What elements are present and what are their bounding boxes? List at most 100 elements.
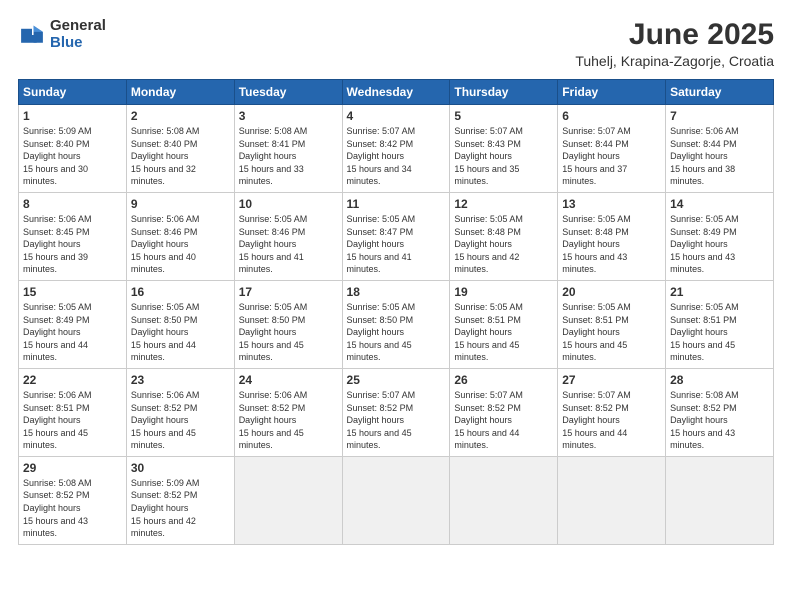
daylight-duration: 15 hours and 45 minutes. (23, 428, 88, 451)
sunset-label: Sunset: 8:40 PM (131, 139, 198, 149)
sunset-label: Sunset: 8:46 PM (131, 227, 198, 237)
logo-text: General Blue (50, 18, 106, 51)
calendar-cell: 4 Sunrise: 5:07 AM Sunset: 8:42 PM Dayli… (342, 105, 450, 193)
calendar-cell: 21 Sunrise: 5:05 AM Sunset: 8:51 PM Dayl… (666, 280, 774, 368)
day-number: 18 (347, 285, 446, 299)
calendar-week-row: 22 Sunrise: 5:06 AM Sunset: 8:51 PM Dayl… (19, 368, 774, 456)
daylight-label: Daylight hours (347, 151, 405, 161)
daylight-duration: 15 hours and 35 minutes. (454, 164, 519, 187)
day-info: Sunrise: 5:05 AM Sunset: 8:50 PM Dayligh… (239, 301, 338, 364)
daylight-duration: 15 hours and 44 minutes. (23, 340, 88, 363)
daylight-label: Daylight hours (23, 503, 81, 513)
page: General Blue June 2025 Tuhelj, Krapina-Z… (0, 0, 792, 612)
daylight-label: Daylight hours (23, 327, 81, 337)
daylight-duration: 15 hours and 43 minutes. (23, 516, 88, 539)
sunrise-label: Sunrise: 5:07 AM (562, 390, 631, 400)
calendar-cell: 23 Sunrise: 5:06 AM Sunset: 8:52 PM Dayl… (126, 368, 234, 456)
sunset-label: Sunset: 8:51 PM (454, 315, 521, 325)
day-number: 14 (670, 197, 769, 211)
sunset-label: Sunset: 8:50 PM (347, 315, 414, 325)
day-info: Sunrise: 5:05 AM Sunset: 8:48 PM Dayligh… (454, 213, 553, 276)
sunset-label: Sunset: 8:50 PM (239, 315, 306, 325)
day-number: 8 (23, 197, 122, 211)
day-info: Sunrise: 5:06 AM Sunset: 8:45 PM Dayligh… (23, 213, 122, 276)
day-info: Sunrise: 5:05 AM Sunset: 8:51 PM Dayligh… (454, 301, 553, 364)
sunrise-label: Sunrise: 5:06 AM (23, 214, 92, 224)
location-title: Tuhelj, Krapina-Zagorje, Croatia (575, 53, 774, 69)
calendar-cell: 14 Sunrise: 5:05 AM Sunset: 8:49 PM Dayl… (666, 192, 774, 280)
day-number: 21 (670, 285, 769, 299)
daylight-label: Daylight hours (239, 239, 297, 249)
sunrise-label: Sunrise: 5:05 AM (454, 214, 523, 224)
daylight-duration: 15 hours and 43 minutes. (670, 428, 735, 451)
sunrise-label: Sunrise: 5:05 AM (131, 302, 200, 312)
calendar-cell: 24 Sunrise: 5:06 AM Sunset: 8:52 PM Dayl… (234, 368, 342, 456)
calendar-cell: 1 Sunrise: 5:09 AM Sunset: 8:40 PM Dayli… (19, 105, 127, 193)
weekday-header: Monday (126, 80, 234, 105)
daylight-duration: 15 hours and 32 minutes. (131, 164, 196, 187)
sunset-label: Sunset: 8:49 PM (670, 227, 737, 237)
daylight-label: Daylight hours (562, 151, 620, 161)
daylight-duration: 15 hours and 39 minutes. (23, 252, 88, 275)
daylight-label: Daylight hours (23, 151, 81, 161)
daylight-duration: 15 hours and 45 minutes. (454, 340, 519, 363)
day-info: Sunrise: 5:09 AM Sunset: 8:52 PM Dayligh… (131, 477, 230, 540)
daylight-label: Daylight hours (670, 327, 728, 337)
day-info: Sunrise: 5:07 AM Sunset: 8:52 PM Dayligh… (347, 389, 446, 452)
calendar-cell: 16 Sunrise: 5:05 AM Sunset: 8:50 PM Dayl… (126, 280, 234, 368)
day-info: Sunrise: 5:05 AM Sunset: 8:47 PM Dayligh… (347, 213, 446, 276)
daylight-label: Daylight hours (23, 415, 81, 425)
calendar-cell: 29 Sunrise: 5:08 AM Sunset: 8:52 PM Dayl… (19, 456, 127, 544)
calendar-cell: 27 Sunrise: 5:07 AM Sunset: 8:52 PM Dayl… (558, 368, 666, 456)
daylight-duration: 15 hours and 43 minutes. (562, 252, 627, 275)
daylight-duration: 15 hours and 45 minutes. (670, 340, 735, 363)
day-number: 9 (131, 197, 230, 211)
weekday-header: Tuesday (234, 80, 342, 105)
daylight-duration: 15 hours and 44 minutes. (454, 428, 519, 451)
daylight-duration: 15 hours and 45 minutes. (239, 428, 304, 451)
daylight-duration: 15 hours and 43 minutes. (670, 252, 735, 275)
day-info: Sunrise: 5:07 AM Sunset: 8:52 PM Dayligh… (562, 389, 661, 452)
calendar-cell: 30 Sunrise: 5:09 AM Sunset: 8:52 PM Dayl… (126, 456, 234, 544)
sunrise-label: Sunrise: 5:07 AM (347, 390, 416, 400)
day-number: 23 (131, 373, 230, 387)
sunrise-label: Sunrise: 5:09 AM (131, 478, 200, 488)
calendar-week-row: 1 Sunrise: 5:09 AM Sunset: 8:40 PM Dayli… (19, 105, 774, 193)
daylight-label: Daylight hours (454, 151, 512, 161)
day-info: Sunrise: 5:08 AM Sunset: 8:40 PM Dayligh… (131, 125, 230, 188)
day-info: Sunrise: 5:07 AM Sunset: 8:52 PM Dayligh… (454, 389, 553, 452)
daylight-duration: 15 hours and 45 minutes. (239, 340, 304, 363)
daylight-label: Daylight hours (131, 239, 189, 249)
sunrise-label: Sunrise: 5:05 AM (454, 302, 523, 312)
day-number: 19 (454, 285, 553, 299)
sunrise-label: Sunrise: 5:07 AM (454, 390, 523, 400)
logo-icon (18, 21, 46, 49)
sunset-label: Sunset: 8:50 PM (131, 315, 198, 325)
sunset-label: Sunset: 8:52 PM (454, 403, 521, 413)
calendar-cell (450, 456, 558, 544)
daylight-label: Daylight hours (239, 415, 297, 425)
sunrise-label: Sunrise: 5:07 AM (347, 126, 416, 136)
sunset-label: Sunset: 8:49 PM (23, 315, 90, 325)
sunset-label: Sunset: 8:48 PM (562, 227, 629, 237)
sunrise-label: Sunrise: 5:05 AM (670, 302, 739, 312)
day-info: Sunrise: 5:05 AM Sunset: 8:51 PM Dayligh… (670, 301, 769, 364)
day-number: 17 (239, 285, 338, 299)
daylight-duration: 15 hours and 45 minutes. (131, 428, 196, 451)
day-number: 4 (347, 109, 446, 123)
sunset-label: Sunset: 8:46 PM (239, 227, 306, 237)
calendar-cell: 8 Sunrise: 5:06 AM Sunset: 8:45 PM Dayli… (19, 192, 127, 280)
daylight-label: Daylight hours (562, 327, 620, 337)
calendar-cell (558, 456, 666, 544)
sunrise-label: Sunrise: 5:05 AM (239, 214, 308, 224)
sunrise-label: Sunrise: 5:05 AM (347, 302, 416, 312)
day-number: 2 (131, 109, 230, 123)
daylight-label: Daylight hours (131, 327, 189, 337)
daylight-label: Daylight hours (347, 415, 405, 425)
day-info: Sunrise: 5:07 AM Sunset: 8:42 PM Dayligh… (347, 125, 446, 188)
day-info: Sunrise: 5:05 AM Sunset: 8:50 PM Dayligh… (131, 301, 230, 364)
daylight-duration: 15 hours and 38 minutes. (670, 164, 735, 187)
calendar-cell (666, 456, 774, 544)
day-info: Sunrise: 5:05 AM Sunset: 8:51 PM Dayligh… (562, 301, 661, 364)
daylight-duration: 15 hours and 41 minutes. (347, 252, 412, 275)
